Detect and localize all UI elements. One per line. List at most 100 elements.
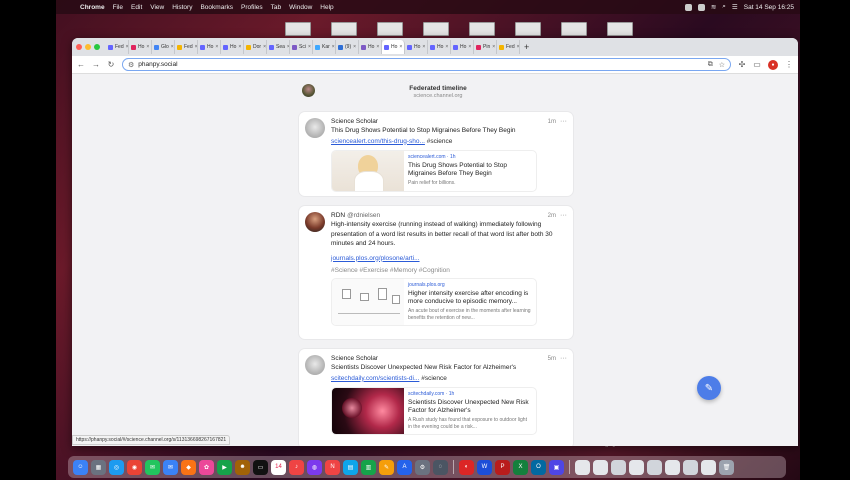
zoom-icon[interactable]: ▣ bbox=[549, 459, 564, 475]
post-link[interactable]: scitechdaily.com/scientists-di... bbox=[331, 375, 419, 382]
finder-icon[interactable]: ☺ bbox=[73, 459, 88, 475]
more-options-icon[interactable]: ··· bbox=[560, 212, 567, 219]
post-time[interactable]: 5m bbox=[548, 356, 556, 362]
address-bar[interactable]: ⚙ phanpy.social ⧉ ☆ bbox=[122, 58, 731, 71]
bookmark-star-icon[interactable]: ☆ bbox=[719, 61, 725, 69]
news-icon[interactable]: N bbox=[325, 459, 340, 475]
more-options-icon[interactable]: ··· bbox=[560, 355, 567, 362]
compose-pencil-button[interactable]: ✎ bbox=[697, 376, 721, 400]
close-tab-icon[interactable]: × bbox=[492, 44, 495, 50]
post-hashtag[interactable]: #science bbox=[421, 375, 447, 382]
desktop-file-thumbnail[interactable] bbox=[469, 22, 495, 36]
screenshot-icon[interactable]: ◌ bbox=[433, 459, 448, 475]
pages-icon[interactable]: ✎ bbox=[379, 459, 394, 475]
post-link[interactable]: sciencealert.com/this-drug-sho... bbox=[331, 138, 425, 145]
browser-tab[interactable]: Sea × bbox=[267, 40, 290, 54]
browser-tab[interactable]: Fed × bbox=[497, 40, 520, 54]
browser-tab[interactable]: Ho × bbox=[198, 40, 221, 54]
wifi-icon[interactable]: ≋ bbox=[711, 3, 716, 11]
music-icon[interactable]: ♪ bbox=[289, 459, 304, 475]
close-tab-icon[interactable]: × bbox=[263, 44, 266, 50]
facetime-icon[interactable]: ▶ bbox=[217, 459, 232, 475]
word-icon[interactable]: W bbox=[477, 459, 492, 475]
forward-arrow-icon[interactable]: → bbox=[92, 60, 100, 69]
menu-view[interactable]: View bbox=[150, 4, 164, 11]
launchpad-icon[interactable]: ▦ bbox=[91, 459, 106, 475]
browser-tab[interactable]: Kar × bbox=[313, 40, 336, 54]
post-link[interactable]: journals.plos.org/plosone/arti... bbox=[331, 255, 420, 262]
author-handle[interactable]: @rdnielsen bbox=[347, 212, 380, 219]
desktop-file-thumbnail[interactable] bbox=[607, 22, 633, 36]
post-time[interactable]: 1m bbox=[548, 119, 556, 125]
site-info-icon[interactable]: ⚙ bbox=[128, 61, 134, 69]
keynote-icon[interactable]: ▤ bbox=[343, 459, 358, 475]
author-name[interactable]: Science Scholar bbox=[331, 355, 378, 362]
menu-window[interactable]: Window bbox=[289, 4, 312, 11]
numbers-icon[interactable]: ▥ bbox=[361, 459, 376, 475]
calendar-icon[interactable]: 14 bbox=[271, 459, 286, 475]
recent-file-icon[interactable] bbox=[593, 459, 608, 475]
close-tab-icon[interactable]: × bbox=[399, 44, 402, 50]
browser-tab[interactable]: Ho × bbox=[428, 40, 451, 54]
kebab-menu-icon[interactable]: ⋮ bbox=[785, 60, 793, 69]
link-preview-card[interactable]: journals.plos.org Higher intensity exerc… bbox=[331, 278, 537, 326]
recent-file-icon[interactable] bbox=[665, 459, 680, 475]
menu-edit[interactable]: Edit bbox=[131, 4, 142, 11]
menu-history[interactable]: History bbox=[172, 4, 192, 11]
close-tab-icon[interactable]: × bbox=[332, 44, 335, 50]
menu-profiles[interactable]: Profiles bbox=[241, 4, 263, 11]
post-hashtag[interactable]: #science bbox=[427, 138, 453, 145]
recent-file-icon[interactable] bbox=[629, 459, 644, 475]
reload-icon[interactable]: ↻ bbox=[107, 60, 115, 69]
more-options-icon[interactable]: ··· bbox=[560, 118, 567, 125]
author-avatar[interactable] bbox=[305, 212, 325, 232]
powerpoint-icon[interactable]: P bbox=[495, 459, 510, 475]
author-avatar[interactable] bbox=[305, 355, 325, 375]
browser-tab[interactable]: Ho × bbox=[382, 40, 405, 54]
browser-tab[interactable]: Fed × bbox=[106, 40, 129, 54]
maps-icon[interactable]: ◆ bbox=[181, 459, 196, 475]
close-tab-icon[interactable]: × bbox=[146, 44, 149, 50]
author-name[interactable]: RDN bbox=[331, 212, 345, 219]
recent-file-icon[interactable] bbox=[701, 459, 716, 475]
post-time[interactable]: 2m bbox=[548, 213, 556, 219]
extensions-puzzle-icon[interactable]: ✣ bbox=[738, 60, 746, 69]
browser-tab[interactable]: Ho × bbox=[129, 40, 152, 54]
install-app-icon[interactable]: ⧉ bbox=[708, 61, 713, 69]
close-tab-icon[interactable]: × bbox=[308, 44, 311, 50]
safari-icon[interactable]: ◎ bbox=[109, 459, 124, 475]
search-icon[interactable]: ⌕ bbox=[722, 3, 726, 11]
close-tab-icon[interactable]: × bbox=[422, 44, 425, 50]
sidepanel-icon[interactable]: ▭ bbox=[753, 60, 761, 69]
browser-tab[interactable]: Ho × bbox=[221, 40, 244, 54]
browser-tab[interactable]: Ho × bbox=[359, 40, 382, 54]
menubar-clock[interactable]: Sat 14 Sep 16:25 bbox=[744, 4, 794, 11]
recent-file-icon[interactable] bbox=[683, 459, 698, 475]
menu-file[interactable]: File bbox=[113, 4, 123, 11]
browser-tab[interactable]: Glo × bbox=[152, 40, 175, 54]
close-tab-icon[interactable]: × bbox=[238, 44, 241, 50]
control-center-icon[interactable]: ☰ bbox=[732, 3, 738, 11]
outlook-icon[interactable]: O bbox=[531, 459, 546, 475]
app-store-icon[interactable]: A bbox=[397, 459, 412, 475]
status-post[interactable]: Science Scholar 5m ··· Scientists Discov… bbox=[299, 349, 573, 446]
desktop-file-thumbnail[interactable] bbox=[377, 22, 403, 36]
menu-bookmarks[interactable]: Bookmarks bbox=[200, 4, 233, 11]
author-avatar[interactable] bbox=[305, 118, 325, 138]
back-arrow-icon[interactable]: ← bbox=[77, 60, 85, 69]
tv-icon[interactable]: ▭ bbox=[253, 459, 268, 475]
desktop-file-thumbnail[interactable] bbox=[561, 22, 587, 36]
menu-help[interactable]: Help bbox=[320, 4, 333, 11]
close-tab-icon[interactable]: × bbox=[215, 44, 218, 50]
profile-avatar[interactable]: ● bbox=[768, 59, 778, 70]
zoom-window-button[interactable] bbox=[94, 44, 100, 50]
status-icon[interactable] bbox=[684, 3, 692, 11]
close-tab-icon[interactable]: × bbox=[445, 44, 448, 50]
desktop-file-thumbnail[interactable] bbox=[285, 22, 311, 36]
close-tab-icon[interactable]: × bbox=[353, 44, 356, 50]
minimize-window-button[interactable] bbox=[85, 44, 91, 50]
mail-icon[interactable]: ✉ bbox=[163, 459, 178, 475]
browser-tab[interactable]: Ho × bbox=[405, 40, 428, 54]
browser-tab[interactable]: Fed × bbox=[175, 40, 198, 54]
contacts-icon[interactable]: ☻ bbox=[235, 459, 250, 475]
